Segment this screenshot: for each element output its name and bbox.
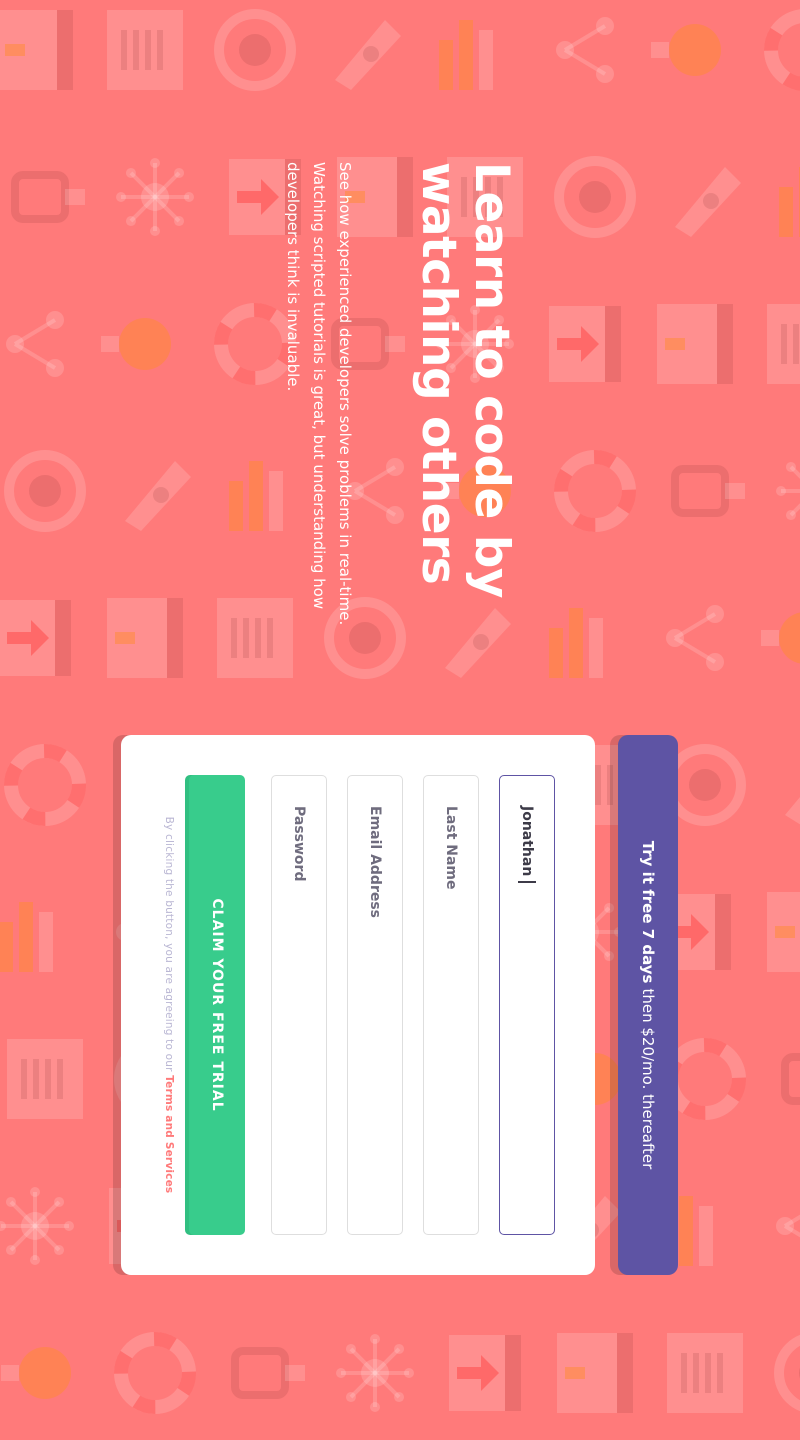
last-name-field[interactable]: Last Name <box>423 775 479 1235</box>
password-field[interactable]: Password <box>271 775 327 1235</box>
page-stage: Learn to code by watching others See how… <box>0 0 800 1440</box>
terms-link[interactable]: Terms and Services <box>163 1075 175 1193</box>
first-name-field[interactable]: Jonathan <box>499 775 555 1235</box>
terms-notice: By clicking the button, you are agreeing… <box>163 775 175 1235</box>
page-description: See how experienced developers solve pro… <box>284 162 354 626</box>
promo-rest: then $20/mo. thereafter <box>639 988 657 1170</box>
email-field[interactable]: Email Address <box>347 775 403 1235</box>
promo-banner: Try it free 7 days then $20/mo. thereaft… <box>618 735 678 1275</box>
terms-text: By clicking the button, you are agreeing… <box>163 816 175 1072</box>
first-name-value: Jonathan <box>519 806 535 877</box>
signup-form: Jonathan Last Name Email Address Passwor… <box>121 735 595 1275</box>
promo-highlight: Try it free 7 days <box>639 840 657 984</box>
password-placeholder: Password <box>291 806 307 882</box>
last-name-placeholder: Last Name <box>443 806 459 890</box>
text-cursor <box>518 881 536 883</box>
page-title: Learn to code by watching others <box>411 162 519 598</box>
claim-trial-button[interactable]: CLAIM YOUR FREE TRIAL <box>189 775 245 1235</box>
email-placeholder: Email Address <box>367 806 383 919</box>
